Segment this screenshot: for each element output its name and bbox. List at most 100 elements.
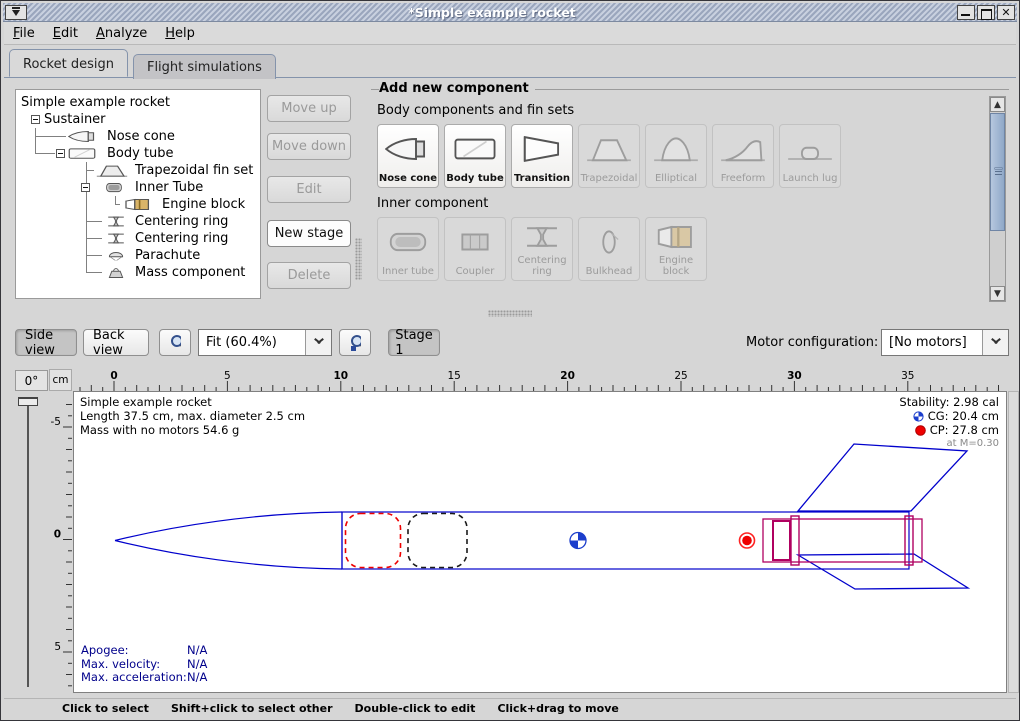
combobox-chevron[interactable] xyxy=(305,330,331,355)
rocket-info-text: Simple example rocket Length 37.5 cm, ma… xyxy=(80,395,305,437)
tree-item-parachute[interactable]: Parachute xyxy=(16,247,260,264)
svg-text:25: 25 xyxy=(674,370,687,382)
stage-1-label: Stage 1 xyxy=(395,328,433,358)
add-centering-ring-button: Centering ring xyxy=(511,217,573,281)
tab-rocket-design[interactable]: Rocket design xyxy=(9,49,128,77)
add-nose-cone-button[interactable]: Nose cone xyxy=(377,124,439,188)
menu-bar: FileEditAnalyzeHelp xyxy=(4,22,1016,45)
rocket-figure[interactable] xyxy=(74,392,1006,692)
inner-tube-outline[interactable] xyxy=(763,519,922,562)
tree-item-trapezoidal-fin-set[interactable]: Trapezoidal fin set xyxy=(16,162,260,179)
svg-text:5: 5 xyxy=(224,370,231,382)
window-menu-icon xyxy=(12,10,20,20)
zoom-level-combobox[interactable]: Fit (60.4%) xyxy=(198,329,332,356)
edit-button: Edit xyxy=(267,176,351,203)
window-menu-button[interactable] xyxy=(5,5,27,20)
component-button-label: Body tube xyxy=(446,174,504,185)
nose-cone-outline[interactable] xyxy=(115,512,342,541)
fin-bottom-outline[interactable] xyxy=(798,554,968,589)
menu-edit[interactable]: Edit xyxy=(44,24,87,43)
add-bulkhead-button: Bulkhead xyxy=(578,217,640,281)
component-button-label: Launch lug xyxy=(783,174,838,185)
tree-connector-line xyxy=(115,204,120,205)
tree-item-label: Simple example rocket xyxy=(21,94,170,111)
menu-help[interactable]: Help xyxy=(156,24,204,43)
add-coupler-button: Coupler xyxy=(444,217,506,281)
tree-item-label: Inner Tube xyxy=(135,179,203,196)
svg-text:0: 0 xyxy=(54,529,61,541)
component-scrollbar[interactable]: ▲ ▼ xyxy=(989,96,1006,302)
fin-top-outline[interactable] xyxy=(798,444,967,511)
component-button-label: Elliptical xyxy=(655,174,697,185)
tree-collapse-icon[interactable] xyxy=(31,115,40,124)
cg-marker xyxy=(570,533,586,549)
section-label: Body components and fin sets xyxy=(377,103,987,118)
tree-collapse-icon[interactable] xyxy=(81,183,90,192)
add-transition-button[interactable]: Transition xyxy=(511,124,573,188)
tree-item-inner-tube[interactable]: Inner Tube xyxy=(16,179,260,196)
body-tube-icon xyxy=(452,134,498,164)
bulkhead-icon xyxy=(586,227,632,257)
body-tube-outline[interactable] xyxy=(342,512,909,569)
tree-connector-line xyxy=(86,255,102,256)
tree-item-nose-cone[interactable]: Nose cone xyxy=(16,128,260,145)
svg-text:15: 15 xyxy=(448,370,461,382)
tree-item-centering-ring[interactable]: Centering ring xyxy=(16,213,260,230)
magnifier-plus-icon xyxy=(349,333,361,352)
fin-elliptical-icon xyxy=(653,134,699,164)
stage-1-toggle[interactable]: Stage 1 xyxy=(388,329,440,356)
parachute-outline[interactable] xyxy=(346,514,401,568)
apogee-value: N/A xyxy=(187,644,207,658)
add-body-tube-button[interactable]: Body tube xyxy=(444,124,506,188)
motor-configuration-value: [No motors] xyxy=(882,335,982,350)
nose-cone-outline[interactable] xyxy=(115,541,342,570)
scrollbar-thumb[interactable] xyxy=(990,113,1005,231)
cg-legend-icon xyxy=(913,411,924,422)
engine-block-icon xyxy=(653,218,699,256)
menu-file[interactable]: File xyxy=(4,24,44,43)
tree-item-label: Parachute xyxy=(135,247,200,264)
zoom-in-button[interactable] xyxy=(339,329,371,356)
rotation-slider-track[interactable] xyxy=(27,399,29,687)
tree-item-centering-ring[interactable]: Centering ring xyxy=(16,230,260,247)
scroll-up-arrow-icon[interactable]: ▲ xyxy=(990,97,1005,112)
tree-item-body-tube[interactable]: Body tube xyxy=(16,145,260,162)
canvas-scrollbar[interactable] xyxy=(1008,391,1019,693)
tree-collapse-icon[interactable] xyxy=(56,149,65,158)
mass-component-outline[interactable] xyxy=(408,514,467,568)
mach-annotation: at M=0.30 xyxy=(899,437,999,451)
centering-ring-icon xyxy=(519,222,565,252)
back-view-toggle[interactable]: Back view xyxy=(83,329,149,356)
tree-item-mass-component[interactable]: Mass component xyxy=(16,264,260,281)
tree-item-engine-block[interactable]: Engine block xyxy=(16,196,260,213)
engine-block-outline[interactable] xyxy=(773,521,790,560)
new-stage-button[interactable]: New stage xyxy=(267,220,351,247)
minimize-button[interactable] xyxy=(957,5,975,20)
menu-analyze[interactable]: Analyze xyxy=(87,24,156,43)
tab-flight-simulations[interactable]: Flight simulations xyxy=(133,54,276,79)
scroll-down-arrow-icon[interactable]: ▼ xyxy=(990,286,1005,301)
vertical-splitter-handle[interactable] xyxy=(355,238,362,280)
cp-marker xyxy=(740,533,755,548)
horizontal-splitter-handle[interactable] xyxy=(488,310,532,317)
component-button-label: Bulkhead xyxy=(586,267,633,278)
close-button[interactable] xyxy=(997,5,1015,20)
component-tree[interactable]: Simple example rocketSustainerNose coneB… xyxy=(15,89,261,299)
tab-row: Rocket designFlight simulations xyxy=(4,47,1016,78)
svg-text:10: 10 xyxy=(333,370,348,382)
svg-text:20: 20 xyxy=(560,370,575,382)
tree-item-simple-example-rocket[interactable]: Simple example rocket xyxy=(16,94,260,111)
vertical-ruler: -505 xyxy=(49,391,72,692)
combobox-chevron[interactable] xyxy=(982,330,1008,355)
engine-block-icon xyxy=(122,197,154,212)
stability-value: Stability: 2.98 cal xyxy=(899,395,999,409)
zoom-out-button[interactable] xyxy=(159,329,191,356)
tree-item-sustainer[interactable]: Sustainer xyxy=(16,111,260,128)
rocket-design-canvas[interactable]: Simple example rocket Length 37.5 cm, ma… xyxy=(73,391,1007,693)
motor-configuration-combobox[interactable]: [No motors] xyxy=(881,329,1009,356)
tree-connector-line xyxy=(86,196,87,213)
centering-ring-front-outline[interactable] xyxy=(791,516,799,565)
rotation-slider-handle[interactable] xyxy=(18,397,38,406)
side-view-toggle[interactable]: Side view xyxy=(15,329,77,356)
maximize-button[interactable] xyxy=(977,5,995,20)
